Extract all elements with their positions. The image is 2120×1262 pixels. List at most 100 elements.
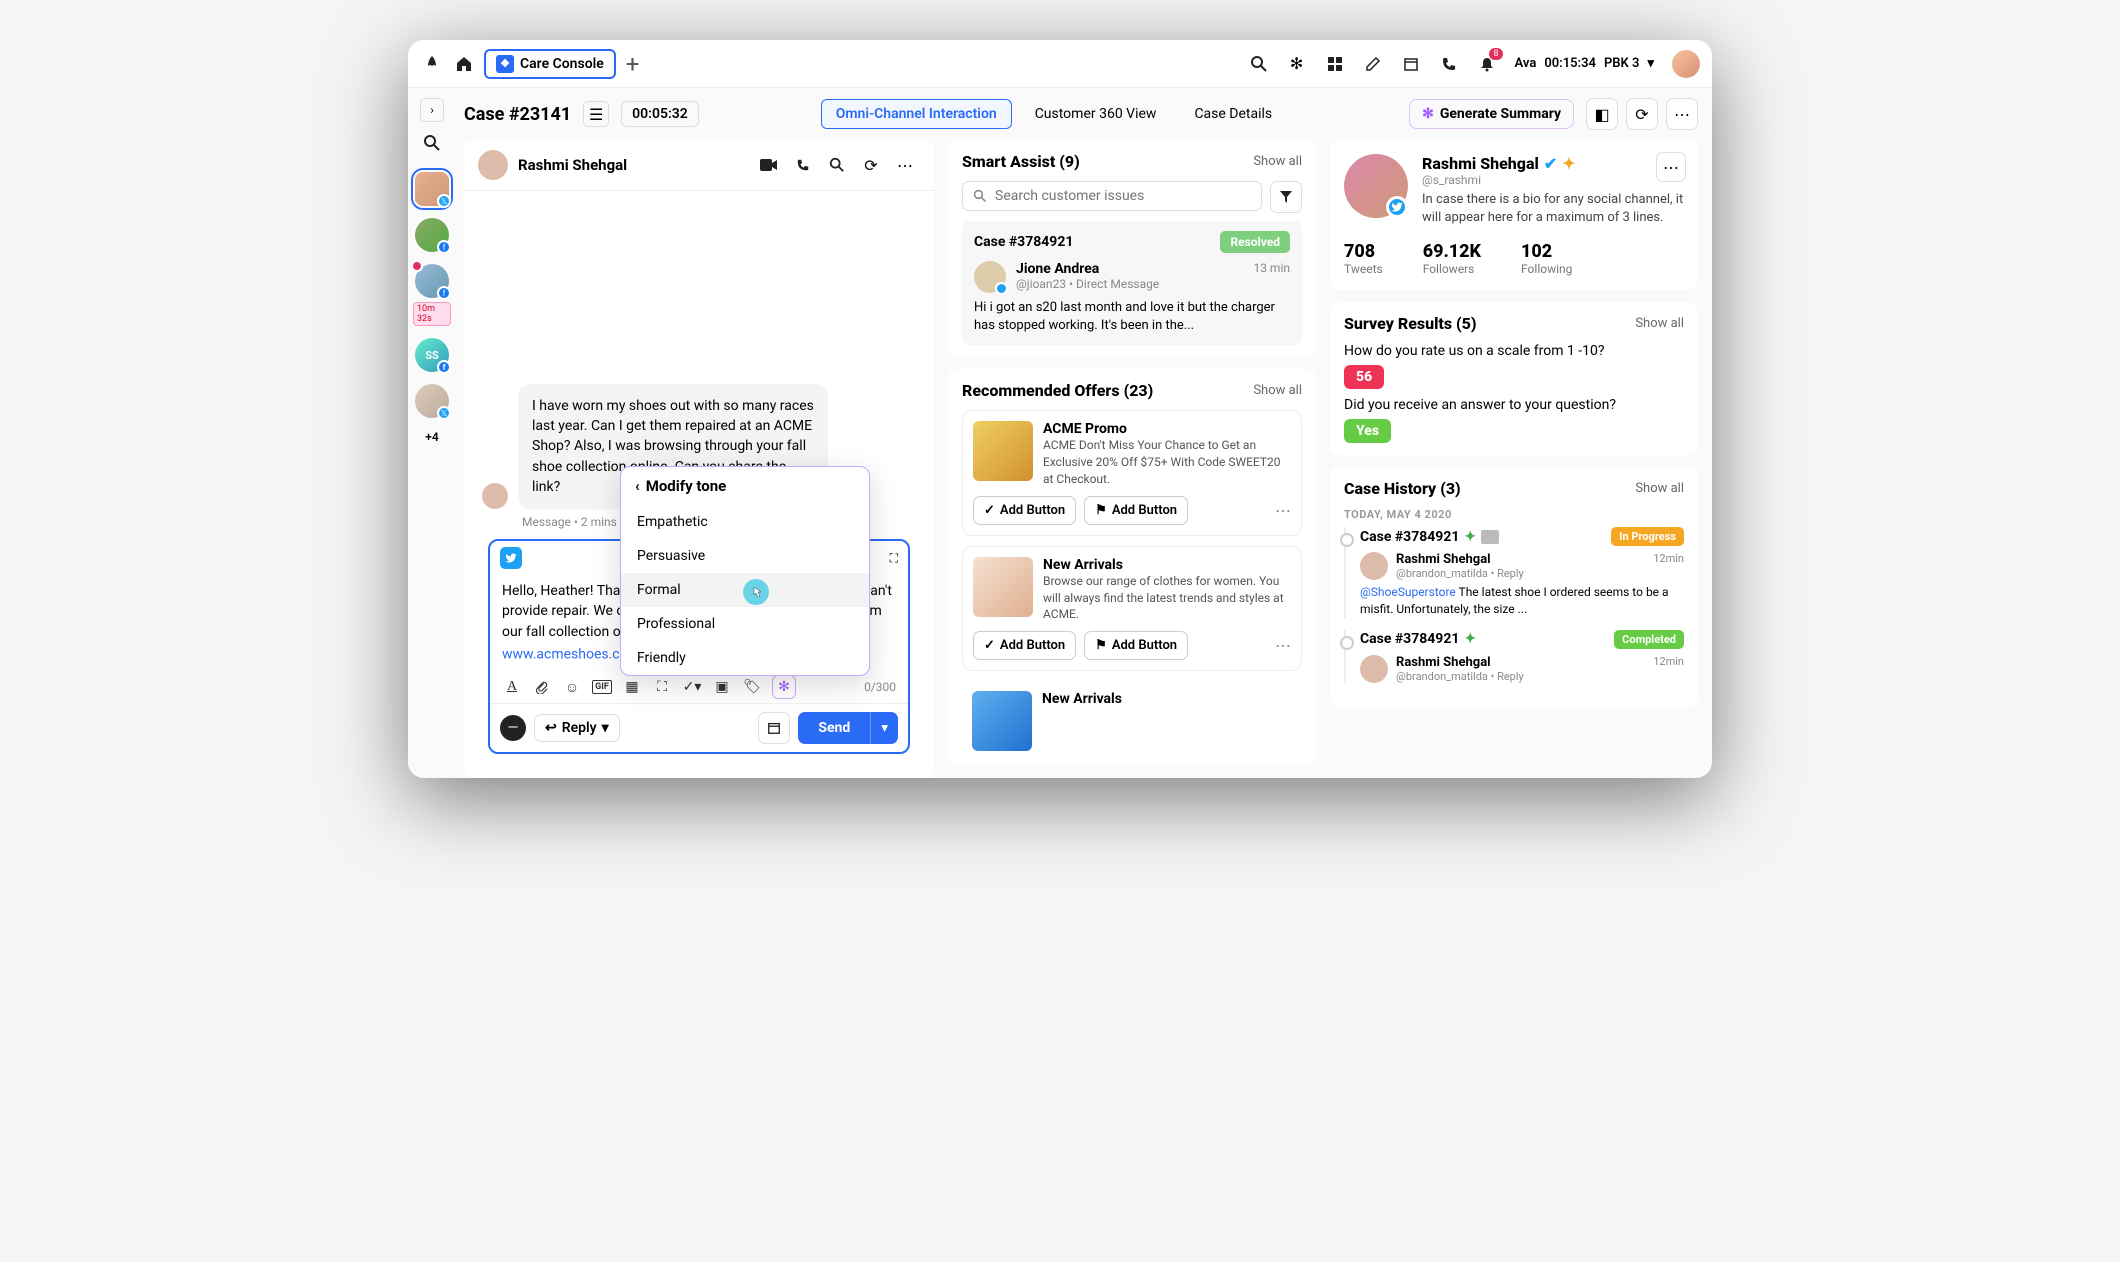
- focus-button[interactable]: ⛶: [652, 679, 672, 695]
- rail-contact-1[interactable]: f: [415, 218, 449, 252]
- tab-customer-360[interactable]: Customer 360 View: [1020, 99, 1172, 129]
- tag-button[interactable]: 🏷: [742, 679, 762, 695]
- add-tab-button[interactable]: +: [626, 50, 640, 78]
- expand-rail-button[interactable]: ›: [420, 98, 444, 122]
- offer-image: [972, 691, 1032, 751]
- offer-add-button-2[interactable]: ⚑ Add Button: [1084, 631, 1188, 660]
- tone-option-formal[interactable]: Formal: [621, 573, 869, 607]
- offer-btn-label: Add Button: [1000, 503, 1065, 518]
- expand-compose-button[interactable]: ⛶: [890, 551, 898, 566]
- reply-label: Reply: [562, 720, 597, 736]
- chat-header: Rashmi Shehgal ⟳ ⋯: [464, 140, 934, 191]
- notifications-button[interactable]: 8: [1477, 54, 1497, 74]
- offer-title: ACME Promo: [1043, 421, 1291, 437]
- layout-button[interactable]: ◧: [1586, 98, 1618, 130]
- offers-panel: Recommended Offers (23) Show all ACME Pr…: [948, 369, 1316, 765]
- send-button[interactable]: Send: [798, 712, 870, 744]
- calendar-icon[interactable]: [1401, 54, 1421, 74]
- offer-btn-label: Add Button: [1112, 638, 1177, 653]
- font-style-button[interactable]: A: [502, 679, 522, 695]
- case-header: Case #23141 ☰ 00:05:32 Omni-Channel Inte…: [464, 98, 1698, 140]
- offer-add-button-1[interactable]: ✓ Add Button: [973, 631, 1076, 660]
- gif-button[interactable]: GIF: [592, 680, 612, 694]
- rail-contact-3[interactable]: SSf: [415, 338, 449, 372]
- logo-icon: [420, 52, 444, 76]
- tab-case-details[interactable]: Case Details: [1179, 99, 1287, 129]
- history-show-all[interactable]: Show all: [1635, 481, 1684, 496]
- rail-contact-4[interactable]: 𝕏: [415, 384, 449, 418]
- refresh-button[interactable]: ⟳: [1626, 98, 1658, 130]
- offer-more-button[interactable]: ⋯: [1275, 501, 1291, 520]
- verified-icon: ✔: [1544, 154, 1557, 173]
- rail-search-icon[interactable]: [423, 134, 441, 152]
- tone-option-professional[interactable]: Professional: [621, 607, 869, 641]
- offer-add-button-1[interactable]: ✓ Add Button: [973, 496, 1076, 525]
- chevron-down-icon: ▾: [1647, 56, 1654, 71]
- send-options-button[interactable]: ▾: [870, 712, 898, 744]
- chat-more-button[interactable]: ⋯: [890, 150, 920, 180]
- user-avatar[interactable]: [1672, 50, 1700, 78]
- related-case-card[interactable]: Case #3784921 Resolved Jione Andrea @jio…: [962, 221, 1302, 345]
- video-call-button[interactable]: [754, 150, 784, 180]
- schedule-button[interactable]: [758, 712, 790, 744]
- apps-icon[interactable]: [1325, 54, 1345, 74]
- left-rail: › 𝕏 f f 10m 32s SSf 𝕏 +4: [408, 88, 456, 778]
- attachment-button[interactable]: [532, 680, 552, 694]
- offer-title: New Arrivals: [1043, 557, 1291, 573]
- issue-search-input[interactable]: [995, 188, 1251, 204]
- compose-icon[interactable]: [1363, 54, 1383, 74]
- tab-omni-channel[interactable]: Omni-Channel Interaction: [821, 99, 1012, 129]
- chat-refresh-button[interactable]: ⟳: [856, 150, 886, 180]
- more-button[interactable]: ⋯: [1666, 98, 1698, 130]
- chat-search-button[interactable]: [822, 150, 852, 180]
- issue-search-box[interactable]: [962, 181, 1262, 211]
- rail-contact-0[interactable]: 𝕏: [415, 172, 449, 206]
- voice-call-button[interactable]: [788, 150, 818, 180]
- tone-option-persuasive[interactable]: Persuasive: [621, 539, 869, 573]
- profile-bio: In case there is a bio for any social ch…: [1422, 191, 1684, 227]
- check-button[interactable]: ✓▾: [682, 679, 702, 695]
- history-avatar: [1360, 552, 1388, 580]
- tone-popup-header[interactable]: ‹ Modify tone: [621, 467, 869, 505]
- tone-option-empathetic[interactable]: Empathetic: [621, 505, 869, 539]
- active-tab[interactable]: ❖ Care Console: [484, 49, 616, 79]
- tone-option-friendly[interactable]: Friendly: [621, 641, 869, 675]
- survey-q2: Did you receive an answer to your questi…: [1344, 397, 1684, 413]
- filter-button[interactable]: [1270, 181, 1302, 213]
- offer-card: New Arrivals: [962, 681, 1302, 751]
- mask-button[interactable]: —: [500, 715, 526, 741]
- rail-more-button[interactable]: +4: [425, 430, 438, 444]
- history-item[interactable]: Case #3784921 ✦ In Progress Rashmi Shehg…: [1344, 527, 1684, 618]
- smart-assist-show-all[interactable]: Show all: [1253, 154, 1302, 169]
- back-icon[interactable]: ‹: [635, 477, 640, 495]
- offers-show-all[interactable]: Show all: [1253, 383, 1302, 398]
- video-attach-button[interactable]: ▣: [712, 679, 732, 695]
- template-button[interactable]: ▦: [622, 679, 642, 695]
- offer-btn-label: Add Button: [1000, 638, 1065, 653]
- offer-more-button[interactable]: ⋯: [1275, 636, 1291, 655]
- generate-summary-button[interactable]: ✻ Generate Summary: [1409, 99, 1574, 129]
- offer-desc: ACME Don't Miss Your Chance to Get an Ex…: [1043, 437, 1291, 487]
- user-status[interactable]: Ava 00:15:34 PBK 3 ▾: [1515, 56, 1654, 71]
- profile-more-button[interactable]: ⋯: [1656, 152, 1686, 182]
- survey-show-all[interactable]: Show all: [1635, 316, 1684, 331]
- ai-assist-button[interactable]: ✻: [772, 675, 796, 699]
- emoji-button[interactable]: ☺: [562, 679, 582, 696]
- notification-count: 8: [1489, 48, 1502, 60]
- channel-twitter-icon[interactable]: [500, 547, 522, 569]
- offer-image: [973, 557, 1033, 617]
- gold-badge-icon: ✦: [1562, 154, 1575, 173]
- history-case-id: Case #3784921: [1360, 529, 1459, 545]
- history-mention[interactable]: @ShoeSuperstore: [1360, 585, 1456, 599]
- phone-icon[interactable]: [1439, 54, 1459, 74]
- case-menu-button[interactable]: ☰: [583, 101, 609, 127]
- profile-avatar: [1344, 154, 1408, 218]
- home-icon[interactable]: [454, 54, 474, 74]
- spark-icon[interactable]: ✻: [1287, 54, 1307, 74]
- offer-btn-label: Add Button: [1112, 503, 1177, 518]
- reply-type-dropdown[interactable]: ↩ Reply ▾: [534, 714, 620, 742]
- offer-add-button-2[interactable]: ⚑ Add Button: [1084, 496, 1188, 525]
- search-icon[interactable]: [1249, 54, 1269, 74]
- rail-contact-2[interactable]: f: [415, 264, 449, 298]
- history-item[interactable]: Case #3784921 ✦ Completed Rashmi Shehgal…: [1344, 630, 1684, 683]
